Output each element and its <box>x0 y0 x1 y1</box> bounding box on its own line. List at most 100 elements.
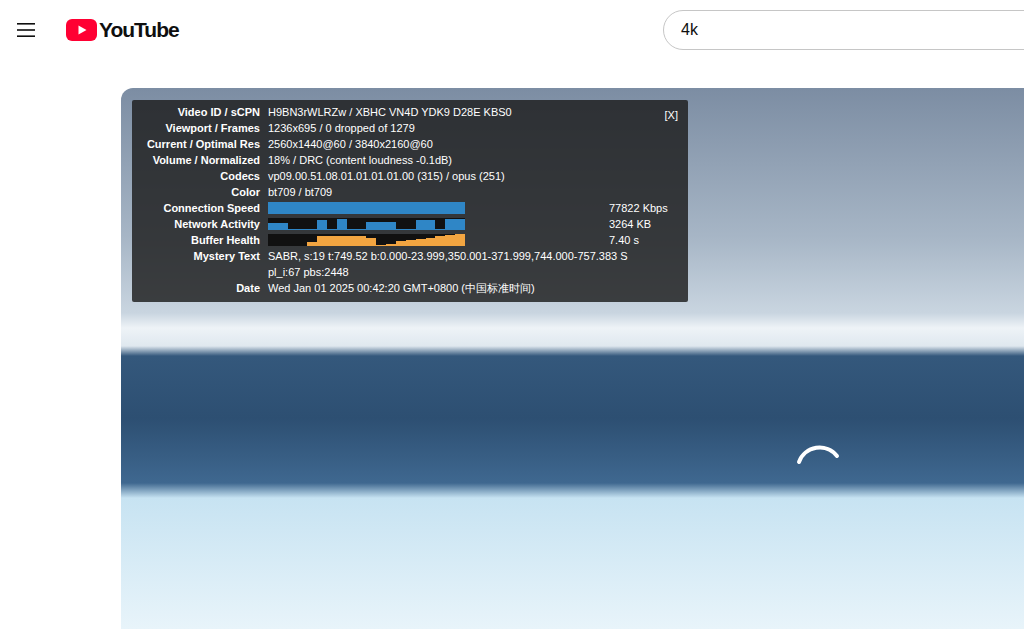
youtube-logo[interactable]: YouTube <box>66 18 179 42</box>
graph-bar <box>337 236 347 246</box>
hamburger-menu-icon[interactable] <box>14 18 38 42</box>
video-player[interactable]: [X]Video ID / sCPNH9BN3rWLRZw / XBHC VN4… <box>121 88 1024 629</box>
graph-bar <box>317 236 327 246</box>
stats-label: Connection Speed <box>132 200 268 216</box>
graph-bar <box>337 202 347 214</box>
graph-bar <box>347 202 357 214</box>
graph-bar <box>376 245 386 246</box>
graph-bar <box>455 234 465 246</box>
play-logo-icon <box>66 19 97 41</box>
stats-label: Mystery Text <box>132 248 268 280</box>
graph-bar <box>396 241 406 246</box>
stats-row: Codecsvp09.00.51.08.01.01.01.01.00 (315)… <box>132 168 688 184</box>
graph-bar <box>455 219 465 230</box>
stats-row: Network Activity 3264 KB <box>132 216 688 232</box>
stats-graph-row: 7.40 s <box>268 232 688 248</box>
graph-bar <box>337 219 347 230</box>
graph-bar <box>366 238 376 246</box>
stats-label: Date <box>132 280 268 296</box>
stats-value-line: Wed Jan 01 2025 00:42:20 GMT+0800 (中国标准时… <box>268 280 682 296</box>
graph-bar <box>386 202 396 214</box>
logo-text: YouTube <box>99 18 179 42</box>
graph-bar <box>416 239 426 246</box>
stats-value-line: vp09.00.51.08.01.01.01.01.00 (315) / opu… <box>268 168 682 184</box>
stats-value: H9BN3rWLRZw / XBHC VN4D YDK9 D28E KBS0 <box>268 104 688 120</box>
stats-label: Viewport / Frames <box>132 120 268 136</box>
graph-bar <box>426 238 436 246</box>
graph-bar <box>268 202 278 214</box>
graph-bar <box>307 202 317 214</box>
graph-bar <box>426 220 436 230</box>
graph-bar <box>406 202 416 214</box>
graph-bar <box>278 202 288 214</box>
graph-bar <box>445 219 455 230</box>
stats-row: Current / Optimal Res2560x1440@60 / 3840… <box>132 136 688 152</box>
graph-bar <box>357 202 367 214</box>
stats-label: Volume / Normalized <box>132 152 268 168</box>
graph-bar <box>347 236 357 246</box>
graph-bar <box>435 229 445 230</box>
stats-row: Mystery TextSABR, s:19 t:749.52 b:0.000-… <box>132 248 688 280</box>
graph-bar <box>307 229 317 230</box>
search-box[interactable]: 4k <box>663 10 1024 50</box>
graph-bar <box>396 202 406 214</box>
graph-bar <box>376 222 386 230</box>
graph-bar <box>357 236 367 246</box>
stats-value-line: 1236x695 / 0 dropped of 1279 <box>268 120 682 136</box>
graph-bar <box>327 229 337 230</box>
masthead-left: YouTube <box>0 18 663 42</box>
stats-graph-row: 3264 KB <box>268 216 688 232</box>
graph-bar <box>288 229 298 230</box>
stats-reading: 7.40 s <box>609 232 639 248</box>
stats-row: Viewport / Frames1236x695 / 0 dropped of… <box>132 120 688 136</box>
stats-row: Buffer Health 7.40 s <box>132 232 688 248</box>
graph-bar <box>445 202 455 214</box>
graph-bar <box>435 202 445 214</box>
stats-graph-row: 77822 Kbps <box>268 200 688 216</box>
stats-value: SABR, s:19 t:749.52 b:0.000-23.999,350.0… <box>268 248 688 280</box>
graph-bar <box>307 242 317 246</box>
graph-bar <box>278 223 288 230</box>
stats-row: Video ID / sCPNH9BN3rWLRZw / XBHC VN4D Y… <box>132 104 688 120</box>
stats-value-line: bt709 / bt709 <box>268 184 682 200</box>
stats-label: Video ID / sCPN <box>132 104 268 120</box>
graph-bar <box>435 236 445 246</box>
graph-bar <box>416 202 426 214</box>
stats-for-nerds-panel: [X]Video ID / sCPNH9BN3rWLRZw / XBHC VN4… <box>132 100 688 302</box>
stats-value: bt709 / bt709 <box>268 184 688 200</box>
graph-bar <box>396 229 406 230</box>
stats-value-line: pl_i:67 pbs:2448 <box>268 264 682 280</box>
graph-bar <box>347 229 357 230</box>
graph-bar <box>288 202 298 214</box>
loading-spinner-icon <box>791 436 847 492</box>
graph-bar <box>455 202 465 214</box>
close-button[interactable]: [X] <box>665 108 678 122</box>
stats-value: 18% / DRC (content loudness -0.1dB) <box>268 152 688 168</box>
graph-bar <box>327 236 337 246</box>
stats-graph <box>268 234 465 246</box>
graph-bar <box>426 202 436 214</box>
stats-value-line: 2560x1440@60 / 3840x2160@60 <box>268 136 682 152</box>
stats-row: DateWed Jan 01 2025 00:42:20 GMT+0800 (中… <box>132 280 688 296</box>
stats-label: Current / Optimal Res <box>132 136 268 152</box>
stats-row: Connection Speed77822 Kbps <box>132 200 688 216</box>
graph-bar <box>416 220 426 230</box>
graph-bar <box>386 222 396 230</box>
stats-row: Colorbt709 / bt709 <box>132 184 688 200</box>
graph-bar <box>298 202 308 214</box>
search-query[interactable]: 4k <box>681 21 698 39</box>
stats-label: Network Activity <box>132 216 268 232</box>
stats-value-line: SABR, s:19 t:749.52 b:0.000-23.999,350.0… <box>268 248 682 264</box>
graph-bar <box>317 202 327 214</box>
graph-bar <box>366 222 376 230</box>
stats-value: vp09.00.51.08.01.01.01.01.00 (315) / opu… <box>268 168 688 184</box>
stats-value: 1236x695 / 0 dropped of 1279 <box>268 120 688 136</box>
graph-bar <box>376 202 386 214</box>
stats-value-line: H9BN3rWLRZw / XBHC VN4D YDK9 D28E KBS0 <box>268 104 682 120</box>
masthead: YouTube 4k <box>0 0 1024 60</box>
stats-reading: 3264 KB <box>609 216 651 232</box>
stats-label: Buffer Health <box>132 232 268 248</box>
graph-bar <box>406 240 416 246</box>
stats-label: Codecs <box>132 168 268 184</box>
stats-graph <box>268 202 465 214</box>
